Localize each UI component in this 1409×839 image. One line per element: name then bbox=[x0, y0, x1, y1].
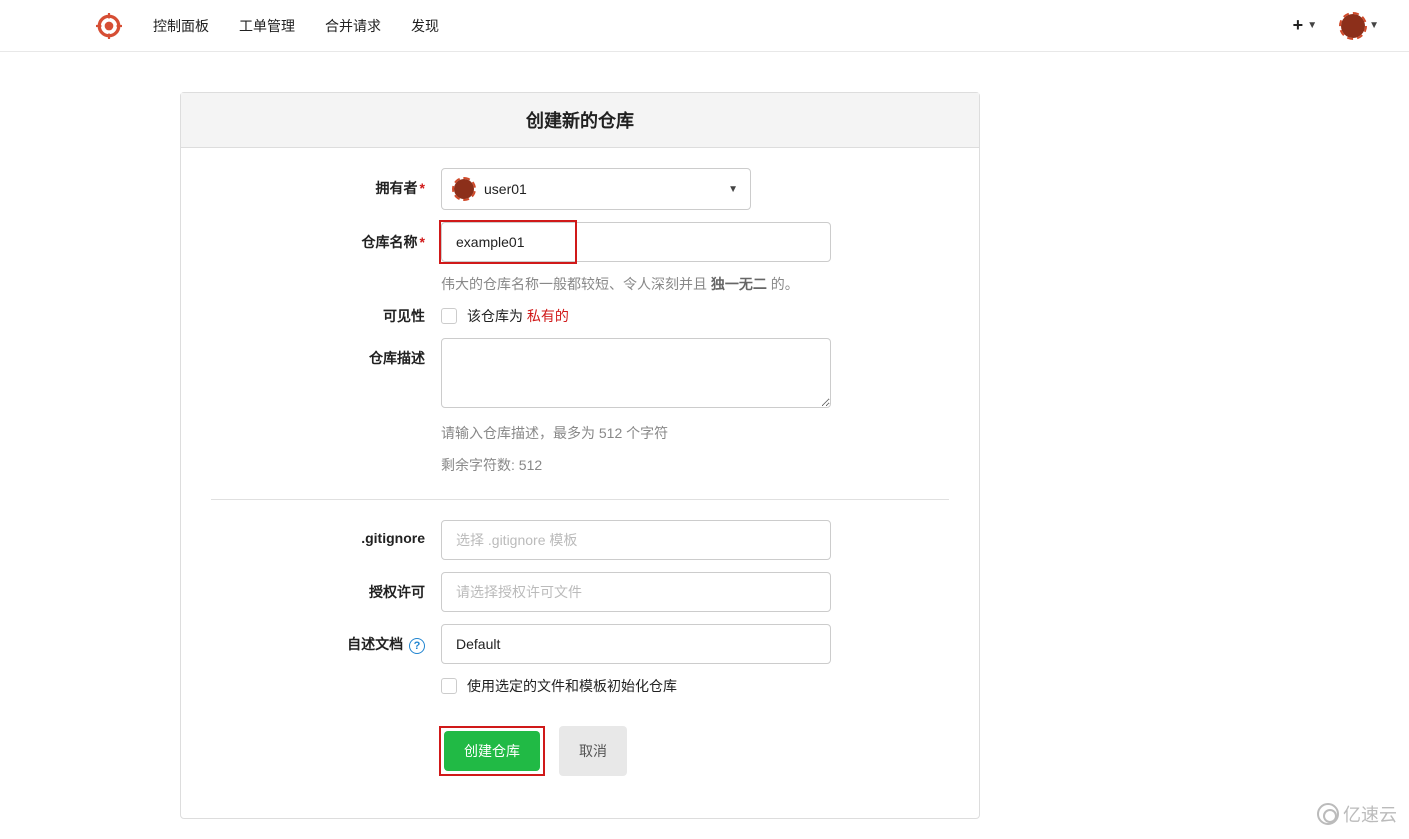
visibility-label: 可见性 bbox=[211, 306, 441, 326]
description-hint: 请输入仓库描述，最多为 512 个字符 bbox=[441, 423, 831, 443]
row-owner: 拥有者 user01 ▼ bbox=[211, 168, 949, 210]
nav-item-explore[interactable]: 发现 bbox=[411, 16, 439, 36]
readme-label: 自述文档 ? bbox=[211, 624, 441, 654]
description-textarea[interactable] bbox=[441, 338, 831, 408]
license-input[interactable] bbox=[441, 572, 831, 612]
cancel-button[interactable]: 取消 bbox=[559, 726, 627, 776]
visibility-text: 该仓库为 私有的 bbox=[467, 306, 569, 326]
readme-input[interactable] bbox=[441, 624, 831, 664]
row-repo-name-hint: 伟大的仓库名称一般都较短、令人深刻并且 独一无二 的。 bbox=[211, 274, 949, 294]
owner-value: user01 bbox=[484, 181, 527, 197]
avatar-icon bbox=[1341, 14, 1365, 38]
nav-item-pulls[interactable]: 合并请求 bbox=[325, 16, 381, 36]
help-icon[interactable]: ? bbox=[409, 638, 425, 654]
divider bbox=[211, 499, 949, 500]
navbar: 控制面板 工单管理 合并请求 发现 + ▼ ▼ bbox=[0, 0, 1409, 52]
row-description: 仓库描述 请输入仓库描述，最多为 512 个字符 剩余字符数: 512 bbox=[211, 338, 949, 475]
repo-name-label: 仓库名称 bbox=[211, 222, 441, 252]
caret-down-icon: ▼ bbox=[1369, 20, 1379, 31]
caret-down-icon: ▼ bbox=[1307, 20, 1317, 31]
row-gitignore: .gitignore bbox=[211, 520, 949, 560]
logo-icon[interactable] bbox=[95, 12, 123, 40]
row-visibility: 可见性 该仓库为 私有的 bbox=[211, 306, 949, 326]
row-license: 授权许可 bbox=[211, 572, 949, 612]
row-repo-name: 仓库名称 bbox=[211, 222, 949, 262]
watermark-icon bbox=[1317, 803, 1339, 825]
navbar-left: 控制面板 工单管理 合并请求 发现 bbox=[95, 12, 439, 40]
nav-item-dashboard[interactable]: 控制面板 bbox=[153, 16, 209, 36]
owner-dropdown[interactable]: user01 ▼ bbox=[441, 168, 751, 210]
gitignore-label: .gitignore bbox=[211, 520, 441, 546]
form-title: 创建新的仓库 bbox=[181, 93, 979, 148]
row-buttons: 创建仓库 取消 bbox=[211, 708, 949, 776]
owner-label: 拥有者 bbox=[211, 168, 441, 198]
license-label: 授权许可 bbox=[211, 572, 441, 602]
main-content: 创建新的仓库 拥有者 user01 ▼ 仓库名称 bbox=[180, 92, 980, 819]
form-body: 拥有者 user01 ▼ 仓库名称 bbox=[181, 148, 979, 818]
description-label: 仓库描述 bbox=[211, 338, 441, 368]
row-readme: 自述文档 ? bbox=[211, 624, 949, 664]
avatar-icon bbox=[454, 179, 474, 199]
description-remaining: 剩余字符数: 512 bbox=[441, 455, 831, 475]
create-repo-button[interactable]: 创建仓库 bbox=[444, 731, 540, 771]
repo-name-hint: 伟大的仓库名称一般都较短、令人深刻并且 独一无二 的。 bbox=[441, 274, 831, 294]
highlight-annotation: 创建仓库 bbox=[439, 726, 545, 776]
nav-item-issues[interactable]: 工单管理 bbox=[239, 16, 295, 36]
navbar-right: + ▼ ▼ bbox=[1293, 14, 1379, 38]
create-repo-panel: 创建新的仓库 拥有者 user01 ▼ 仓库名称 bbox=[180, 92, 980, 819]
visibility-checkbox[interactable] bbox=[441, 308, 457, 324]
plus-icon: + bbox=[1293, 15, 1304, 36]
caret-down-icon: ▼ bbox=[728, 184, 738, 195]
row-init: 使用选定的文件和模板初始化仓库 bbox=[211, 676, 949, 696]
init-label: 使用选定的文件和模板初始化仓库 bbox=[467, 676, 677, 696]
create-menu[interactable]: + ▼ bbox=[1293, 15, 1317, 36]
gitignore-input[interactable] bbox=[441, 520, 831, 560]
user-menu[interactable]: ▼ bbox=[1341, 14, 1379, 38]
init-checkbox[interactable] bbox=[441, 678, 457, 694]
repo-name-input[interactable] bbox=[441, 222, 831, 262]
watermark: 亿速云 bbox=[1317, 801, 1397, 827]
